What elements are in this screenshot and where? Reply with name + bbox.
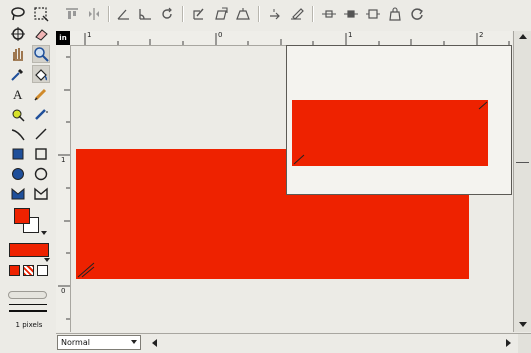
eyedropper-tool-icon[interactable] [9, 65, 27, 83]
toolbar-divider [258, 6, 260, 22]
eraser-tool-icon[interactable] [32, 25, 50, 43]
fill-chevron-down-icon[interactable] [44, 258, 50, 262]
blend-mode-select[interactable]: Normal [57, 335, 141, 350]
h-ruler-label-4: 2 [479, 31, 484, 39]
swatch-chevron-down-icon[interactable] [41, 231, 47, 235]
h-ruler-label-3: 1 [348, 31, 353, 39]
navigator-handle-icon [293, 154, 305, 165]
edit-shape-icon[interactable] [288, 5, 306, 23]
resize-handle-icon[interactable] [77, 262, 95, 278]
line-tool-icon[interactable] [32, 125, 50, 143]
pencil-tool-icon[interactable] [32, 85, 50, 103]
blend-mode-value: Normal [61, 338, 90, 347]
transform-tool-icon[interactable] [212, 5, 230, 23]
vertical-scrollbar[interactable] [513, 31, 531, 332]
fill-pattern-icon[interactable] [23, 265, 34, 276]
line-style-slider[interactable] [8, 291, 47, 299]
v-ruler-label-1: 1 [61, 156, 66, 164]
gradient-tool-icon[interactable] [190, 5, 208, 23]
pan-hand-tool-icon[interactable] [9, 45, 27, 63]
align-top-icon[interactable] [63, 5, 81, 23]
node-3-icon[interactable] [364, 5, 382, 23]
scroll-thumb[interactable] [516, 150, 529, 163]
h-ruler-label-1: 1 [87, 31, 92, 39]
refresh-icon[interactable] [408, 5, 426, 23]
filled-ellipse-tool-icon[interactable] [9, 165, 27, 183]
rect-tool-icon[interactable] [32, 145, 50, 163]
scroll-right-arrow-icon[interactable] [506, 339, 511, 347]
flip-icon[interactable] [85, 5, 103, 23]
fill-none-icon[interactable] [37, 265, 48, 276]
corner-resize-grip[interactable] [518, 334, 531, 353]
polygon-tool-icon[interactable] [32, 185, 50, 203]
line-width-label: 1 pixels [15, 321, 43, 329]
navigator-handle-icon-2 [478, 101, 488, 110]
filled-polygon-tool-icon[interactable] [9, 185, 27, 203]
navigator-preview-shape [292, 100, 488, 166]
angle-tool-icon[interactable] [114, 5, 132, 23]
horizontal-ruler-ticks [84, 33, 510, 45]
bag-icon[interactable] [386, 5, 404, 23]
perspective-tool-icon[interactable] [234, 5, 252, 23]
node-2-icon[interactable] [342, 5, 360, 23]
toolbox: A 1 pixels [0, 0, 55, 352]
blend-mode-chevron-down-icon [131, 340, 137, 344]
rotate-tool-icon[interactable] [9, 25, 27, 43]
filled-rect-tool-icon[interactable] [9, 145, 27, 163]
pen-tool-icon[interactable] [32, 105, 50, 123]
scroll-left-arrow-icon[interactable] [152, 339, 157, 347]
foreground-color-swatch[interactable] [14, 208, 30, 224]
fill-solid-icon[interactable] [9, 265, 20, 276]
curve-back-icon[interactable] [266, 5, 284, 23]
ellipse-tool-icon[interactable] [32, 165, 50, 183]
line-width-preview-2 [9, 310, 47, 312]
text-tool-icon[interactable]: A [9, 85, 27, 103]
toolbar-divider [182, 6, 184, 22]
vertical-ruler: 1 0 [56, 45, 71, 332]
node-1-icon[interactable] [320, 5, 338, 23]
measure-tool-icon[interactable] [136, 5, 154, 23]
paint-bucket-tool-icon[interactable] [32, 65, 50, 83]
zoom-tool-icon[interactable] [32, 45, 50, 63]
spray-tool-icon[interactable] [9, 105, 27, 123]
top-toolbar [56, 0, 531, 30]
fill-color-bar[interactable] [9, 243, 49, 257]
toolbar-divider [108, 6, 110, 22]
select-rect-tool-icon[interactable] [32, 5, 50, 23]
h-ruler-label-2: 0 [218, 31, 223, 39]
undo-rotate-icon[interactable] [158, 5, 176, 23]
v-ruler-label-2: 0 [61, 287, 66, 295]
scroll-up-arrow-icon[interactable] [519, 34, 527, 39]
line-width-preview-1 [9, 304, 47, 305]
scroll-down-arrow-icon[interactable] [519, 322, 527, 327]
curve-tool-icon[interactable] [9, 125, 27, 143]
horizontal-ruler: 1 0 1 2 [70, 31, 512, 46]
lasso-tool-icon[interactable] [9, 5, 27, 23]
navigator-window[interactable] [286, 45, 512, 195]
svg-text:A: A [13, 87, 23, 102]
ruler-corner-unit[interactable]: in [56, 31, 70, 45]
toolbar-divider [312, 6, 314, 22]
